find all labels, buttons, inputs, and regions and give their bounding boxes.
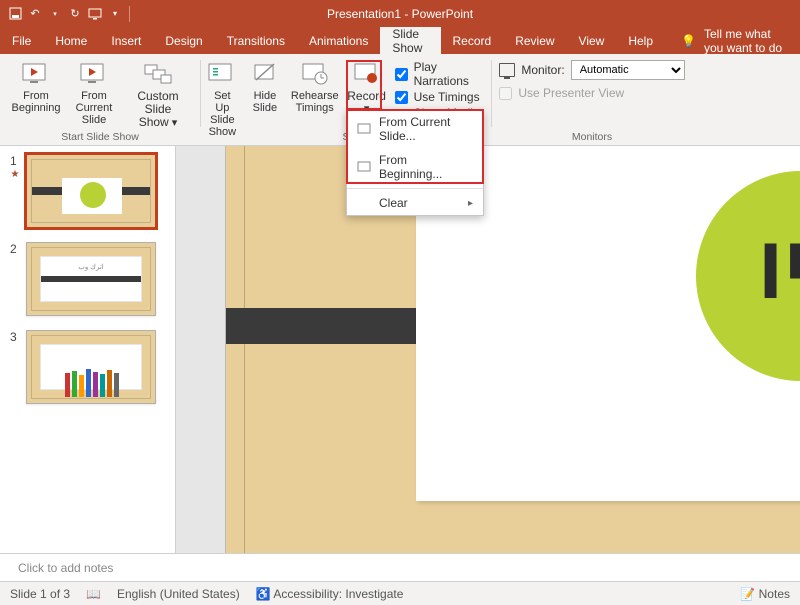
play-narrations-checkbox[interactable]: Play Narrations: [395, 60, 487, 88]
tell-me-label: Tell me what you want to do: [704, 27, 784, 55]
undo-icon[interactable]: ↶: [26, 5, 44, 23]
tab-file[interactable]: File: [0, 27, 43, 54]
status-bar: Slide 1 of 3 📖 English (United States) ♿…: [0, 581, 800, 605]
undo-dropdown-icon[interactable]: ▾: [46, 5, 64, 23]
tab-slideshow[interactable]: Slide Show: [380, 27, 440, 54]
use-timings-checkbox[interactable]: Use Timings: [395, 90, 487, 104]
presenter-view-label: Use Presenter View: [518, 86, 624, 100]
start-from-beginning-icon[interactable]: [86, 5, 104, 23]
custom-show-label: Custom Slide Show ▾: [128, 90, 188, 129]
tab-review[interactable]: Review: [503, 27, 566, 54]
animation-star-icon: ★: [11, 170, 20, 180]
monitor-label: Monitor:: [521, 63, 564, 77]
from-current-label: From Current Slide: [70, 90, 118, 126]
hide-slide-icon: [249, 60, 281, 88]
submenu-arrow-icon: ▸: [468, 198, 473, 209]
dropdown-from-current[interactable]: From Current Slide...: [347, 110, 483, 148]
record-dropdown-menu: From Current Slide... From Beginning... …: [346, 109, 484, 216]
slide-thumbnails-panel[interactable]: 1 ★ 2 اترك وب 3: [0, 146, 176, 553]
redo-icon[interactable]: ↻: [66, 5, 84, 23]
tab-insert[interactable]: Insert: [99, 27, 153, 54]
dropdown-from-current-label: From Current Slide...: [379, 115, 473, 143]
group-start-label: Start Slide Show: [0, 131, 200, 143]
presenter-view-checkbox: Use Presenter View: [495, 84, 628, 102]
tab-home[interactable]: Home: [43, 27, 99, 54]
notes-button[interactable]: 📝 Notes: [740, 587, 790, 601]
rehearse-label: Rehearse Timings: [291, 90, 339, 114]
save-icon[interactable]: [6, 5, 24, 23]
slide-editor-area[interactable]: ףו: [176, 146, 800, 553]
tab-design[interactable]: Design: [153, 27, 214, 54]
custom-show-icon: [142, 60, 174, 88]
ribbon-tabs: File Home Insert Design Transitions Anim…: [0, 27, 800, 54]
tab-transitions[interactable]: Transitions: [215, 27, 297, 54]
dropdown-clear-label: Clear: [379, 196, 408, 210]
tab-animations[interactable]: Animations: [297, 27, 380, 54]
monitor-select[interactable]: Automatic: [571, 60, 685, 80]
notes-pane[interactable]: Click to add notes: [0, 553, 800, 581]
thumbnail-slide-3[interactable]: [26, 330, 156, 404]
hide-slide-label: Hide Slide: [249, 90, 281, 114]
separator: [347, 188, 483, 189]
book-spines-icon: [65, 367, 119, 397]
play-from-current-icon: [78, 60, 110, 88]
status-language[interactable]: English (United States): [117, 587, 240, 601]
tab-view[interactable]: View: [567, 27, 617, 54]
thumb-number-3: 3: [10, 330, 20, 404]
tell-me-search[interactable]: 💡 Tell me what you want to do: [665, 27, 800, 54]
status-slide-count[interactable]: Slide 1 of 3: [10, 587, 70, 601]
thumb2-text: اترك وب: [41, 263, 141, 271]
tab-record[interactable]: Record: [441, 27, 504, 54]
thumbnail-slide-2[interactable]: اترك وب: [26, 242, 156, 316]
play-narrations-label: Play Narrations: [414, 60, 487, 88]
ribbon: From Beginning From Current Slide Custom…: [0, 54, 800, 146]
separator: [129, 6, 130, 22]
record-icon: [351, 60, 383, 88]
thumbnail-slide-1[interactable]: [26, 154, 156, 228]
logo-circle: ףו: [696, 171, 800, 381]
dropdown-clear[interactable]: Clear ▸: [347, 191, 483, 215]
rehearse-icon: [299, 60, 331, 88]
group-monitors-label: Monitors: [492, 131, 692, 143]
monitor-icon: [499, 63, 515, 77]
play-from-start-icon: [20, 60, 52, 88]
setup-icon: [206, 60, 238, 88]
use-timings-label: Use Timings: [414, 90, 480, 104]
dropdown-from-beginning-label: From Beginning...: [379, 153, 473, 181]
thumb-number-1: 1: [10, 154, 20, 168]
thumb-number-2: 2: [10, 242, 20, 316]
lightbulb-icon: 💡: [681, 34, 696, 48]
slide-small-icon: [357, 123, 371, 135]
from-beginning-label: From Beginning: [12, 90, 61, 114]
window-title: Presentation1 - PowerPoint: [327, 7, 473, 21]
status-accessibility[interactable]: ♿ Accessibility: Investigate: [256, 587, 404, 601]
spell-check-icon[interactable]: 📖: [86, 587, 101, 601]
tab-help[interactable]: Help: [616, 27, 665, 54]
logo-glyph: ףו: [757, 217, 800, 320]
dropdown-from-beginning[interactable]: From Beginning...: [347, 148, 483, 186]
slide-small-icon: [357, 161, 371, 173]
qat-customize-icon[interactable]: ▾: [106, 5, 124, 23]
slide-canvas[interactable]: ףו: [226, 146, 800, 553]
